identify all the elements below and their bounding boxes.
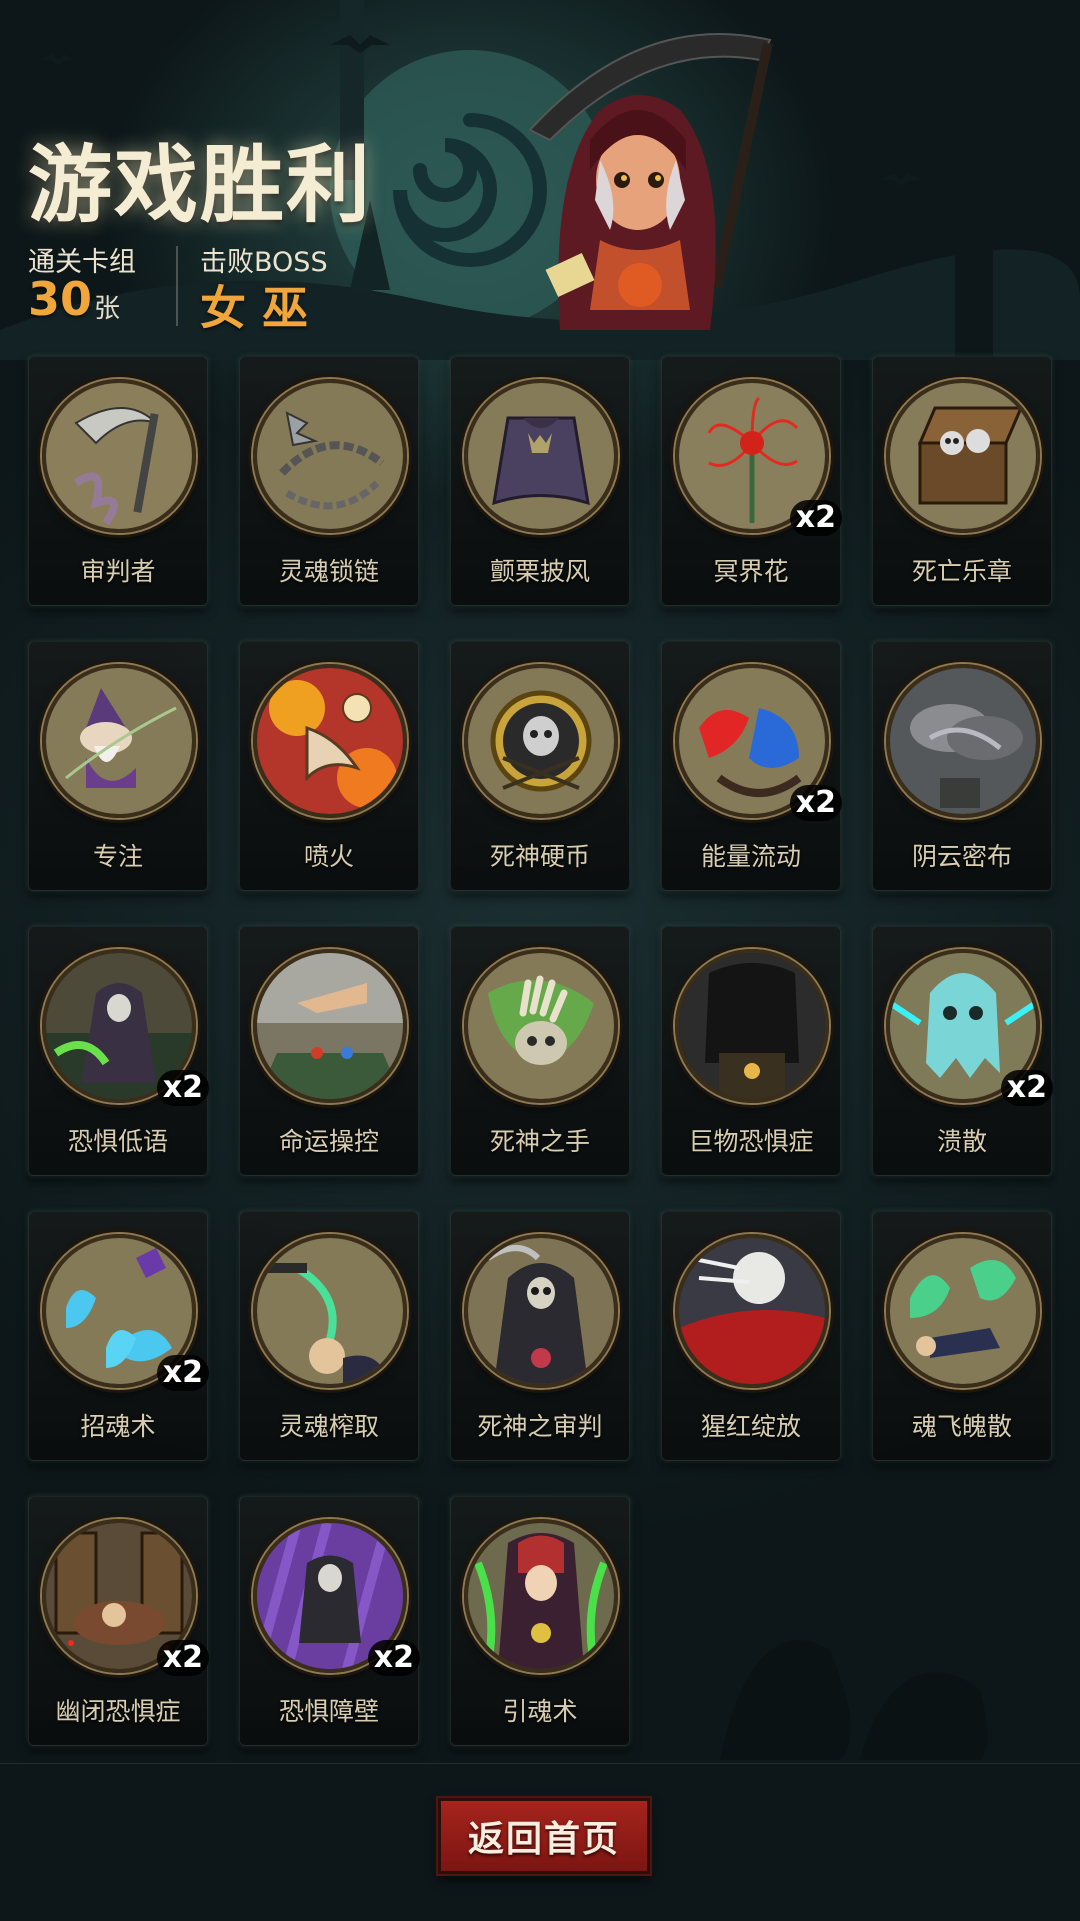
reward-card[interactable]: 命运操控 bbox=[239, 926, 419, 1176]
reward-card[interactable]: 颤栗披风 bbox=[450, 356, 630, 606]
card-name: 喷火 bbox=[303, 842, 354, 871]
reward-card[interactable]: x2 能量流动 bbox=[661, 641, 842, 891]
chain-icon bbox=[253, 379, 407, 533]
card-name: 能量流动 bbox=[700, 842, 801, 871]
card-count-badge: x2 bbox=[789, 500, 842, 536]
card-name: 幽闭恐惧症 bbox=[55, 1697, 181, 1726]
card-name: 魂飞魄散 bbox=[911, 1412, 1012, 1441]
card-count-badge: x2 bbox=[367, 1640, 420, 1676]
reward-card[interactable]: 审判者 bbox=[28, 356, 208, 606]
card-name: 引魂术 bbox=[502, 1697, 578, 1726]
reward-card[interactable]: x2 溃散 bbox=[872, 926, 1053, 1176]
puppet-hand-icon bbox=[253, 949, 407, 1103]
reward-card[interactable]: x2 幽闭恐惧症 bbox=[28, 1496, 209, 1746]
card-name: 死神之审判 bbox=[477, 1412, 603, 1441]
card-name: 死神之手 bbox=[489, 1127, 590, 1156]
scythe-icon bbox=[42, 379, 196, 533]
reward-card[interactable]: 专注 bbox=[28, 641, 208, 891]
reward-card[interactable]: x2 冥界花 bbox=[661, 356, 842, 606]
card-name: 巨物恐惧症 bbox=[688, 1127, 814, 1156]
card-name: 招魂术 bbox=[80, 1412, 156, 1441]
reward-card[interactable]: 魂飞魄散 bbox=[872, 1211, 1052, 1461]
music-box-icon bbox=[886, 379, 1040, 533]
card-name: 溃散 bbox=[936, 1127, 987, 1156]
card-count-badge: x2 bbox=[156, 1070, 209, 1106]
reward-card[interactable]: 死神之审判 bbox=[450, 1211, 630, 1461]
card-name: 死神硬币 bbox=[489, 842, 590, 871]
skeleton-hand-icon bbox=[464, 949, 618, 1103]
reward-card[interactable]: 死神之手 bbox=[450, 926, 630, 1176]
reward-card-grid: 审判者 灵魂锁链 颤栗披风 x2 冥界花 死亡乐章 专注 喷火 死神硬币 x2 能量流动 阴云密布 x2… bbox=[0, 0, 1080, 1760]
card-name: 命运操控 bbox=[278, 1127, 379, 1156]
soul-guide-icon bbox=[464, 1519, 618, 1673]
reward-card[interactable]: 巨物恐惧症 bbox=[661, 926, 841, 1176]
card-count-badge: x2 bbox=[789, 785, 842, 821]
reward-card[interactable]: 猩红绽放 bbox=[661, 1211, 841, 1461]
card-name: 灵魂榨取 bbox=[278, 1412, 379, 1441]
card-count-badge: x2 bbox=[1000, 1070, 1053, 1106]
card-name: 死亡乐章 bbox=[911, 557, 1012, 586]
card-name: 恐惧低语 bbox=[67, 1127, 168, 1156]
card-name: 恐惧障壁 bbox=[278, 1697, 379, 1726]
reward-card[interactable]: x2 恐惧低语 bbox=[28, 926, 209, 1176]
card-name: 猩红绽放 bbox=[700, 1412, 801, 1441]
card-name: 阴云密布 bbox=[911, 842, 1012, 871]
reward-card[interactable]: 死亡乐章 bbox=[872, 356, 1052, 606]
card-name: 灵魂锁链 bbox=[278, 557, 379, 586]
card-name: 颤栗披风 bbox=[489, 557, 590, 586]
card-name: 审判者 bbox=[80, 557, 156, 586]
reward-card[interactable]: 灵魂锁链 bbox=[239, 356, 419, 606]
card-name: 冥界花 bbox=[713, 557, 789, 586]
card-count-badge: x2 bbox=[156, 1640, 209, 1676]
storm-cloud-icon bbox=[886, 664, 1040, 818]
green-spirit-icon bbox=[886, 1234, 1040, 1388]
reward-card[interactable]: 灵魂榨取 bbox=[239, 1211, 419, 1461]
card-name: 专注 bbox=[92, 842, 143, 871]
return-home-button[interactable]: 返回首页 bbox=[438, 1798, 650, 1874]
card-count-badge: x2 bbox=[156, 1355, 209, 1391]
cloak-icon bbox=[464, 379, 618, 533]
skull-coin-icon bbox=[464, 664, 618, 818]
red-moon-field-icon bbox=[675, 1234, 829, 1388]
reward-card[interactable]: 死神硬币 bbox=[450, 641, 630, 891]
reward-card[interactable]: x2 恐惧障壁 bbox=[239, 1496, 420, 1746]
fire-breath-icon bbox=[253, 664, 407, 818]
reward-card[interactable]: 阴云密布 bbox=[872, 641, 1052, 891]
giant-shadow-icon bbox=[675, 949, 829, 1103]
wizard-icon bbox=[42, 664, 196, 818]
reward-card[interactable]: x2 招魂术 bbox=[28, 1211, 209, 1461]
reward-card[interactable]: 引魂术 bbox=[450, 1496, 630, 1746]
soul-drain-icon bbox=[253, 1234, 407, 1388]
reward-card[interactable]: 喷火 bbox=[239, 641, 419, 891]
reaper-icon bbox=[464, 1234, 618, 1388]
